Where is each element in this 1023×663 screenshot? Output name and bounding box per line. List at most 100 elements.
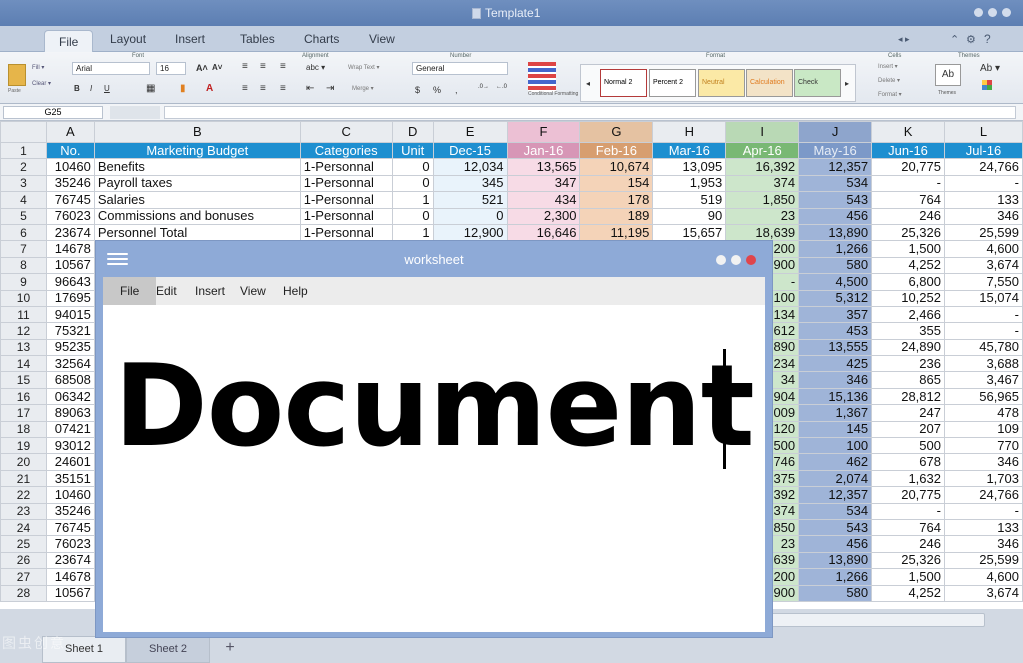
cell[interactable]: 1-Personnal	[299, 207, 393, 225]
cell[interactable]: 25,326	[871, 223, 945, 242]
collapse-ribbon-icon[interactable]: ⌃	[950, 33, 959, 46]
cell[interactable]: 76745	[45, 191, 95, 209]
cell[interactable]: 90	[652, 207, 727, 225]
row-header[interactable]: 13	[0, 338, 47, 357]
style-normal2[interactable]: Normal 2	[600, 69, 647, 97]
cell[interactable]: 1-Personnal	[299, 174, 393, 193]
cell[interactable]: 89063	[45, 404, 95, 422]
row-header[interactable]: 5	[0, 207, 47, 225]
cell[interactable]: 865	[871, 371, 945, 389]
align-right-icon[interactable]: ≡	[280, 83, 286, 94]
menu-insert[interactable]: Insert	[185, 277, 235, 305]
tab-file[interactable]: File	[44, 30, 94, 53]
row-header[interactable]: 19	[0, 437, 47, 455]
underline-button[interactable]: U	[104, 84, 110, 93]
close-dot[interactable]	[746, 255, 756, 265]
cell[interactable]: 15,074	[943, 289, 1023, 307]
cell[interactable]: 12,357	[798, 486, 873, 504]
cell[interactable]: 3,674	[943, 256, 1023, 275]
select-all-corner[interactable]	[0, 121, 47, 143]
header-cell[interactable]: Dec-15	[432, 141, 508, 160]
cell[interactable]: 13,095	[652, 158, 727, 176]
row-header[interactable]: 12	[0, 322, 47, 340]
gallery-next-arrow[interactable]: ▸	[845, 79, 849, 88]
cell[interactable]: 76023	[45, 535, 95, 553]
cell[interactable]: 2,300	[506, 207, 581, 225]
themes-button[interactable]: Ab	[935, 64, 961, 86]
row-header[interactable]: 21	[0, 469, 47, 488]
header-cell[interactable]: No.	[45, 141, 95, 160]
cell[interactable]: 96643	[45, 273, 95, 291]
cell[interactable]: 1,266	[798, 568, 873, 586]
borders-icon[interactable]: ▦	[146, 83, 155, 94]
cell[interactable]: 478	[943, 404, 1023, 422]
row-header[interactable]: 2	[0, 158, 47, 176]
cell[interactable]: 1-Personnal	[299, 223, 393, 242]
formula-input[interactable]	[164, 106, 1016, 119]
increase-decimal-icon[interactable]: .0→	[478, 84, 489, 90]
window-control-dot-2[interactable]	[988, 8, 997, 17]
cell[interactable]: 24601	[45, 453, 95, 471]
currency-icon[interactable]: $	[415, 85, 420, 95]
row-header[interactable]: 24	[0, 518, 47, 537]
cell[interactable]: 76023	[45, 207, 95, 225]
cell[interactable]: 94015	[45, 305, 95, 324]
cell[interactable]: 3,674	[943, 584, 1023, 602]
column-header-l[interactable]: L	[943, 121, 1023, 143]
column-header-b[interactable]: B	[93, 121, 301, 143]
cell[interactable]: -	[943, 305, 1023, 324]
font-color-icon[interactable]: A	[206, 83, 213, 94]
cell[interactable]: 247	[871, 404, 945, 422]
cell[interactable]: 1	[391, 191, 434, 209]
cell[interactable]: 07421	[45, 420, 95, 439]
cell[interactable]: 764	[871, 518, 945, 537]
cell[interactable]: 3,467	[943, 371, 1023, 389]
row-header[interactable]: 3	[0, 174, 47, 193]
style-check[interactable]: Check	[794, 69, 841, 97]
row-header[interactable]: 6	[0, 223, 47, 242]
cell[interactable]: 1	[391, 223, 434, 242]
cell[interactable]: 109	[943, 420, 1023, 439]
cell[interactable]: 462	[798, 453, 873, 471]
row-header[interactable]: 20	[0, 453, 47, 471]
cell[interactable]: 154	[579, 174, 654, 193]
column-header-h[interactable]: H	[652, 121, 727, 143]
cell[interactable]: 178	[579, 191, 654, 209]
cell[interactable]: 23674	[45, 551, 95, 570]
cell[interactable]: 56,965	[943, 387, 1023, 406]
font-name-select[interactable]: Arial	[72, 62, 150, 75]
window-control-dot-3[interactable]	[1002, 8, 1011, 17]
add-sheet-button[interactable]: +	[210, 636, 250, 663]
cell[interactable]: 521	[432, 191, 508, 209]
header-cell[interactable]: Jan-16	[506, 141, 581, 160]
cell[interactable]: 1-Personnal	[299, 158, 393, 176]
cell[interactable]: 10,674	[579, 158, 654, 176]
cell[interactable]: Personnel Total	[93, 223, 301, 242]
cell[interactable]: 35246	[45, 502, 95, 520]
cell[interactable]: 1,266	[798, 240, 873, 258]
cell[interactable]: 133	[943, 191, 1023, 209]
cell[interactable]: Payroll taxes	[93, 174, 301, 193]
cell[interactable]: 4,252	[871, 584, 945, 602]
merge-button[interactable]: Merge ▾	[352, 85, 374, 92]
comma-icon[interactable]: ,	[455, 85, 458, 95]
cell[interactable]: 32564	[45, 355, 95, 373]
cell[interactable]: 1-Personnal	[299, 191, 393, 209]
cell[interactable]: 14678	[45, 568, 95, 586]
cell[interactable]: 20,775	[871, 486, 945, 504]
text-orientation-button[interactable]: abc ▾	[306, 63, 325, 72]
menu-edit[interactable]: Edit	[146, 277, 187, 305]
cell[interactable]: 346	[943, 453, 1023, 471]
row-header[interactable]: 23	[0, 502, 47, 520]
align-center-icon[interactable]: ≡	[260, 83, 266, 94]
minimize-dot[interactable]	[716, 255, 726, 265]
cell[interactable]: 15,657	[652, 223, 727, 242]
insert-cells-button[interactable]: Insert ▾	[878, 63, 898, 70]
column-header-i[interactable]: I	[725, 121, 800, 143]
row-header[interactable]: 27	[0, 568, 47, 586]
align-bottom-icon[interactable]: ≡	[280, 61, 286, 72]
cell[interactable]: 456	[798, 207, 873, 225]
cell[interactable]: 4,500	[798, 273, 873, 291]
row-header[interactable]: 15	[0, 371, 47, 389]
header-cell[interactable]: Marketing Budget	[93, 141, 301, 160]
